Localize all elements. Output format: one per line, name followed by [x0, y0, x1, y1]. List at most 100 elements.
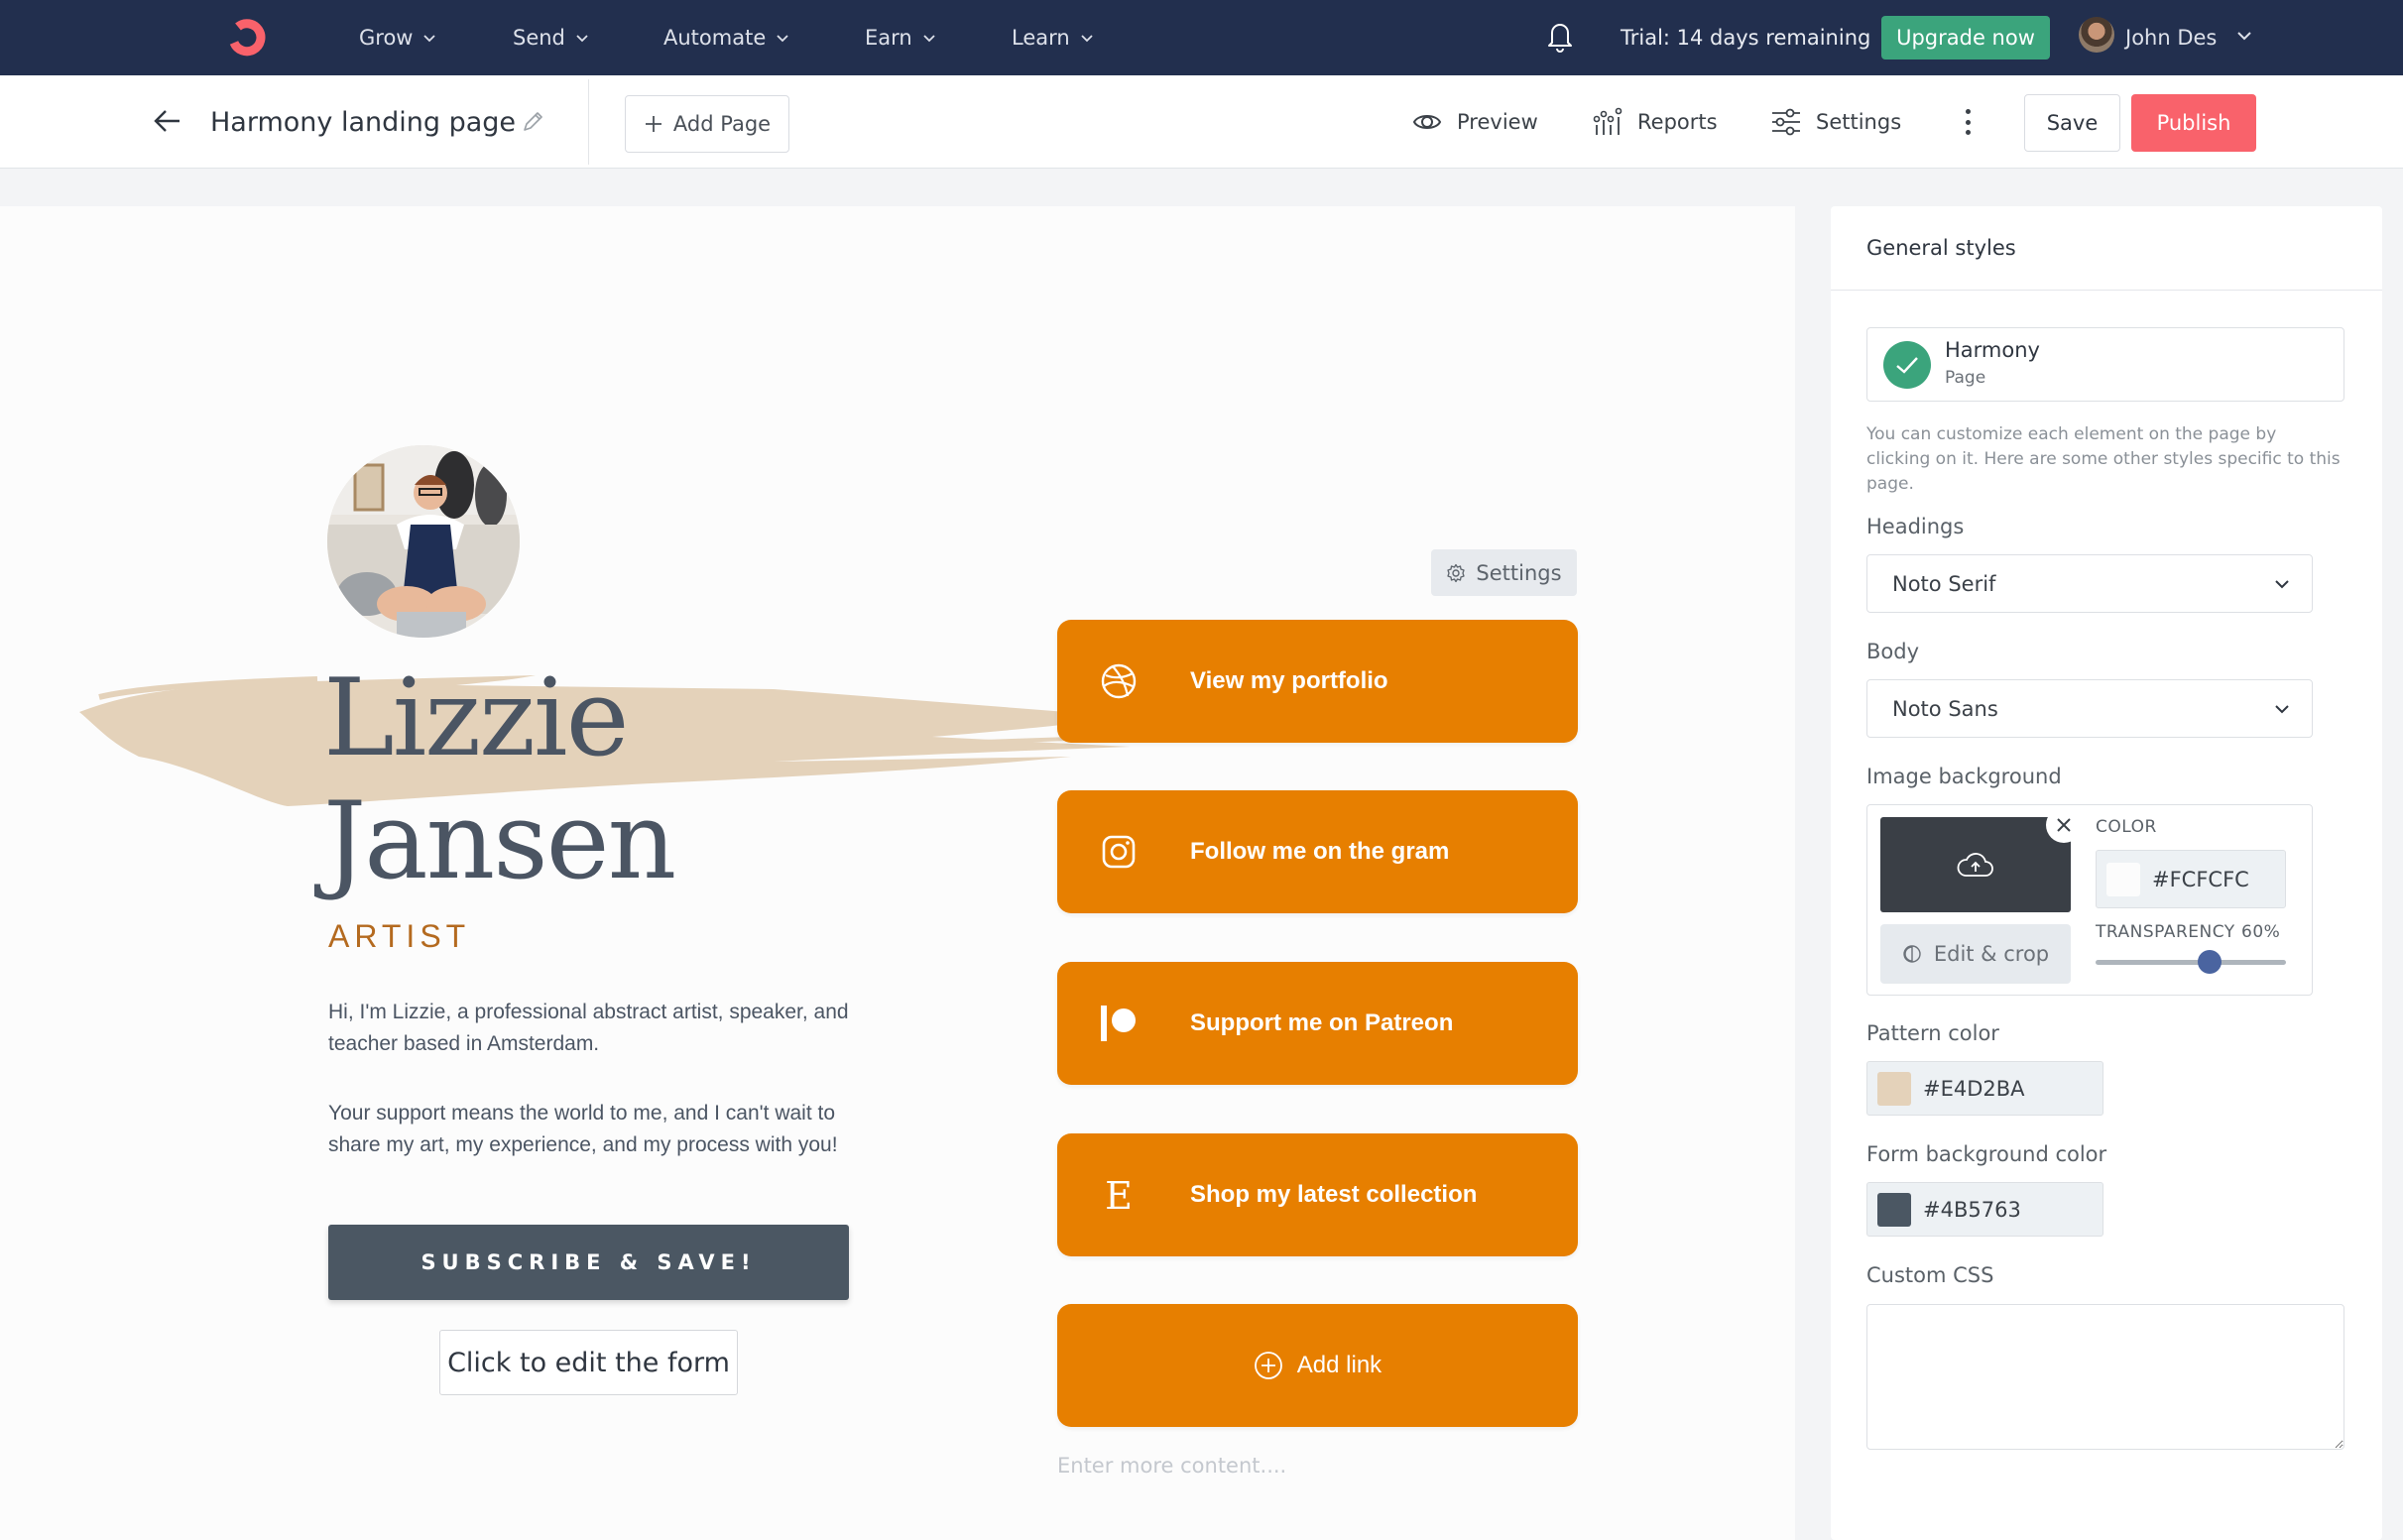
close-icon	[2057, 818, 2071, 832]
add-page-label: Add Page	[672, 112, 772, 136]
nav-automate[interactable]: Automate	[663, 0, 789, 75]
edit-crop-button[interactable]: Edit & crop	[1880, 924, 2071, 984]
back-arrow-icon[interactable]	[153, 108, 182, 134]
link-label: Support me on Patreon	[1190, 1009, 1454, 1036]
body-font-value: Noto Sans	[1892, 696, 1998, 721]
nav-learn[interactable]: Learn	[1012, 0, 1094, 75]
pattern-color-label: Pattern color	[1866, 1021, 1999, 1045]
dribbble-icon	[1099, 661, 1139, 701]
gear-icon	[1447, 563, 1466, 582]
nav-earn-label: Earn	[865, 26, 912, 50]
transparency-slider-thumb[interactable]	[2198, 950, 2223, 974]
link-button-instagram[interactable]: Follow me on the gram	[1057, 790, 1578, 913]
styles-panel: General styles Harmony Page You can cust…	[1831, 206, 2382, 1540]
name-first: Lizzie	[323, 656, 630, 780]
nav-grow-label: Grow	[359, 26, 414, 50]
logo-icon[interactable]	[220, 13, 270, 62]
transparency-slider[interactable]	[2096, 960, 2286, 965]
eye-icon	[1412, 115, 1442, 129]
nav-grow[interactable]: Grow	[359, 0, 436, 75]
custom-css-label: Custom CSS	[1866, 1263, 1994, 1287]
settings-label: Settings	[1816, 110, 1902, 134]
body-label: Body	[1866, 640, 1920, 663]
save-button[interactable]: Save	[2024, 94, 2120, 152]
profile-role[interactable]: ARTIST	[328, 918, 470, 955]
link-label: Shop my latest collection	[1190, 1181, 1478, 1208]
reports-button[interactable]: Reports	[1592, 75, 1718, 169]
settings-button[interactable]: Settings	[1770, 75, 1901, 169]
custom-css-input[interactable]	[1866, 1304, 2344, 1450]
page-title: Harmony landing page	[210, 106, 517, 138]
name-last: Jansen	[323, 779, 676, 903]
pattern-color-field[interactable]: #E4D2BA	[1866, 1061, 2103, 1116]
user-avatar[interactable]	[2079, 17, 2114, 53]
page-canvas[interactable]: Lizzie Jansen ARTIST Hi, I'm Lizzie, a p…	[0, 206, 1795, 1540]
top-nav: Grow Send Automate Earn Learn Trial: 14 …	[0, 0, 2403, 75]
crop-icon	[1903, 945, 1921, 963]
body-font-select[interactable]: Noto Sans	[1866, 679, 2313, 738]
pencil-icon[interactable]	[520, 109, 545, 135]
subscribe-button[interactable]: SUBSCRIBE & SAVE!	[328, 1225, 849, 1300]
sliders-icon	[1772, 108, 1800, 136]
add-page-button[interactable]: Add Page	[625, 95, 789, 153]
profile-name[interactable]: Lizzie Jansen	[323, 656, 676, 903]
reports-icon	[1593, 107, 1622, 135]
headings-label: Headings	[1866, 515, 1965, 538]
chevron-down-icon	[2275, 580, 2289, 589]
block-settings-button[interactable]: Settings	[1431, 549, 1577, 596]
link-button-shop[interactable]: E Shop my latest collection	[1057, 1133, 1578, 1256]
more-options-icon[interactable]	[1960, 105, 1976, 139]
form-bg-color-field[interactable]: #4B5763	[1866, 1182, 2103, 1237]
nav-automate-label: Automate	[663, 26, 767, 50]
reports-label: Reports	[1637, 110, 1718, 134]
check-icon	[1883, 341, 1931, 389]
color-swatch	[2106, 862, 2140, 896]
form-bg-color-value: #4B5763	[1923, 1197, 2021, 1222]
cloud-upload-icon	[1957, 853, 1993, 877]
image-upload-area[interactable]	[1880, 817, 2071, 912]
link-label: View my portfolio	[1190, 667, 1388, 694]
edit-form-button[interactable]: Click to edit the form	[439, 1330, 738, 1395]
theme-card[interactable]: Harmony Page	[1866, 327, 2344, 402]
headings-font-select[interactable]: Noto Serif	[1866, 554, 2313, 613]
svg-text:E: E	[1105, 1175, 1133, 1215]
upgrade-button[interactable]: Upgrade now	[1881, 16, 2050, 59]
block-settings-label: Settings	[1476, 560, 1562, 585]
add-link-button[interactable]: Add link	[1057, 1304, 1578, 1427]
transparency-label: TRANSPARENCY	[2096, 922, 2235, 942]
panel-title: General styles	[1831, 206, 2382, 291]
theme-type: Page	[1945, 368, 1986, 388]
profile-photo[interactable]	[327, 445, 520, 638]
instagram-icon	[1099, 832, 1139, 872]
preview-button[interactable]: Preview	[1411, 75, 1538, 169]
editor-toolbar: Harmony landing page Add Page Preview Re…	[0, 75, 2403, 169]
chevron-down-icon	[923, 35, 935, 43]
chevron-down-icon	[777, 35, 788, 43]
link-button-patreon[interactable]: Support me on Patreon	[1057, 962, 1578, 1085]
bell-icon[interactable]	[1545, 19, 1575, 53]
chevron-down-icon[interactable]	[2235, 27, 2253, 45]
link-label: Follow me on the gram	[1190, 838, 1450, 865]
toolbar-divider	[588, 79, 589, 165]
nav-send[interactable]: Send	[513, 0, 589, 75]
publish-button[interactable]: Publish	[2131, 94, 2256, 152]
plus-icon	[645, 116, 661, 132]
image-background-label: Image background	[1866, 765, 2062, 788]
remove-image-button[interactable]	[2046, 807, 2082, 843]
profile-photo-illustration	[327, 445, 520, 638]
nav-earn[interactable]: Earn	[865, 0, 936, 75]
image-background-box: Edit & crop COLOR #FCFCFC TRANSPARENCY 6…	[1866, 804, 2313, 996]
more-content-placeholder[interactable]: Enter more content....	[1057, 1454, 1286, 1478]
bio-paragraph-1[interactable]: Hi, I'm Lizzie, a professional abstract …	[328, 997, 854, 1060]
add-link-label: Add link	[1296, 1352, 1382, 1378]
chevron-down-icon	[423, 35, 436, 43]
link-button-portfolio[interactable]: View my portfolio	[1057, 620, 1578, 743]
bio-paragraph-2[interactable]: Your support means the world to me, and …	[328, 1098, 854, 1161]
chevron-down-icon	[2275, 705, 2289, 714]
plus-circle-icon	[1254, 1351, 1283, 1380]
user-name[interactable]: John Des	[2125, 0, 2217, 75]
image-bg-color-field[interactable]: #FCFCFC	[2096, 850, 2286, 908]
image-bg-color-value: #FCFCFC	[2152, 867, 2249, 891]
form-bg-label: Form background color	[1866, 1142, 2107, 1166]
headings-font-value: Noto Serif	[1892, 571, 1996, 596]
